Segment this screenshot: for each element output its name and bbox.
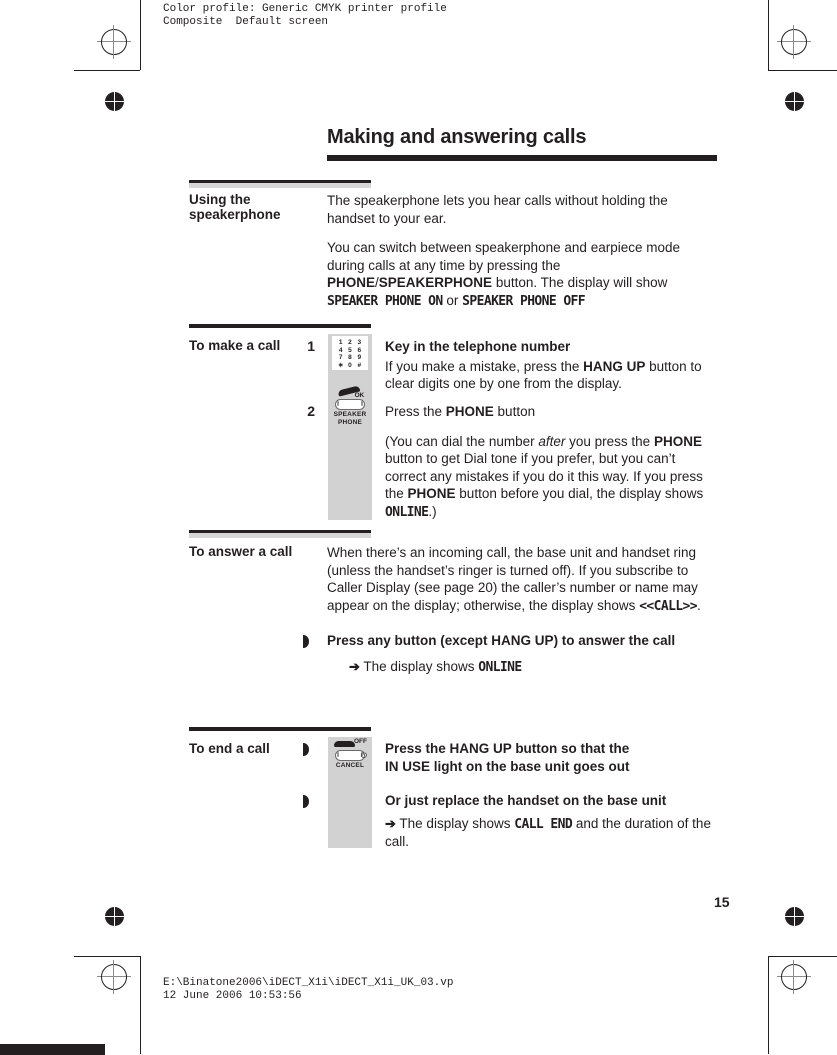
step-heading-1: Key in the telephone number — [385, 338, 717, 356]
keypad-icon: 1 2 3 4 5 6 7 8 9 ∗ 0 # — [332, 336, 368, 370]
section-body-using-the-speakerphone: The speakerphone lets you hear calls wit… — [327, 192, 717, 310]
keypad-key-2: 2 — [348, 339, 352, 346]
bullet-answer-call: Press any button (except HANG UP) to ans… — [327, 632, 717, 676]
arrow-icon: ➔ — [385, 815, 396, 831]
step-number-2: 2 — [307, 403, 315, 419]
section-label-text: To answer a call — [189, 544, 293, 559]
lcd-speaker-phone-off: SPEAKER PHONE OFF — [462, 293, 586, 309]
bold-run-hang-up: HANG UP — [583, 358, 646, 374]
italic-run-after: after — [538, 433, 566, 449]
bullet-heading-text: Press any button (except HANG UP) to ans… — [327, 633, 676, 648]
paragraph-answer-intro: When there’s an incoming call, the base … — [327, 545, 701, 614]
page-title: Making and answering calls — [327, 126, 587, 148]
keypad-key-7: 7 — [338, 354, 343, 361]
bullet-end-call-replace: Or just replace the handset on the base … — [385, 792, 717, 851]
bullet-heading-text: Or just replace the handset on the base … — [385, 793, 667, 808]
lcd-online: ONLINE — [478, 659, 522, 675]
step-body-2: Press the PHONE button (You can dial the… — [385, 403, 717, 521]
page-title-rule — [327, 155, 717, 161]
step-body-1: Key in the telephone number If you make … — [385, 338, 717, 393]
bullet-heading: Press any button (except HANG UP) to ans… — [327, 632, 717, 650]
arrow-icon: ➔ — [349, 658, 360, 674]
bullet-marker — [303, 743, 314, 756]
step-detail-1: If you make a mistake, press the HANG UP… — [385, 358, 702, 392]
step-detail-2: (You can dial the number after you press… — [385, 433, 704, 520]
paragraph-speakerphone-intro: The speakerphone lets you hear calls wit… — [327, 192, 717, 227]
section-label-to-end-a-call: To end a call — [189, 741, 293, 756]
keypad-key-1: 1 — [338, 339, 343, 346]
paragraph-speakerphone-switching: You can switch between speakerphone and … — [327, 240, 680, 309]
keypad-row: 7 8 9 — [336, 354, 364, 362]
step-heading-2: Press the PHONE button — [385, 404, 536, 419]
bold-run-hang-up: HANG UP — [449, 741, 512, 756]
section-rule-dark — [189, 324, 371, 328]
keypad-key-0: 0 — [348, 361, 352, 369]
result-text-prefix: The display shows — [399, 815, 511, 831]
cancel-caption: CANCEL — [335, 762, 365, 769]
result-line-answer: ➔ The display shows ONLINE — [349, 658, 717, 677]
lcd-call: <<CALL>> — [639, 598, 698, 614]
keypad-key-3: 3 — [357, 339, 362, 346]
section-body-to-answer-a-call: When there’s an incoming call, the base … — [327, 544, 717, 615]
keypad-key-6: 6 — [357, 346, 362, 354]
button-pill-shape — [335, 399, 365, 410]
speakerphone-caption-line1: SPEAKER — [333, 411, 367, 418]
keypad-key-hash: # — [357, 361, 362, 369]
result-line-end: ➔ The display shows CALL END and the dur… — [385, 815, 717, 851]
keypad-key-8: 8 — [348, 354, 352, 361]
section-rule-gray — [189, 183, 371, 188]
paragraph-text: The speakerphone lets you hear calls wit… — [327, 193, 668, 226]
section-label-to-answer-a-call: To answer a call — [189, 544, 319, 559]
handset-shape — [334, 741, 355, 747]
handset-icon: OK — [337, 385, 365, 399]
hangup-handset-icon: OFF — [333, 738, 367, 750]
hangup-button-icon: OFF ⏻ CANCEL — [330, 738, 370, 769]
section-label-text: Using the speakerphone — [189, 192, 281, 222]
keypad-key-9: 9 — [357, 354, 362, 361]
power-row: ⏻ — [333, 750, 367, 761]
bold-run-speakerphone: SPEAKERPHONE — [378, 275, 493, 290]
speakerphone-caption-line2: PHONE — [337, 419, 363, 426]
lcd-online: ONLINE — [385, 504, 429, 520]
bold-run-phone: PHONE — [445, 404, 494, 419]
bullet-marker — [303, 635, 314, 648]
ok-label: OK — [354, 392, 365, 399]
step-heading-text: Key in the telephone number — [385, 339, 571, 354]
keypad-row: ∗ 0 # — [336, 362, 364, 370]
bullet-heading: Press the HANG UP button so that the IN U… — [385, 740, 717, 775]
bold-run-hang-up: HANG UP — [491, 633, 554, 648]
page-content: Making and answering calls Using the spe… — [0, 0, 837, 1054]
bullet-heading-text: Press the HANG UP button so that the IN U… — [385, 741, 630, 774]
keypad-key-4: 4 — [338, 346, 343, 354]
bullet-heading: Or just replace the handset on the base … — [385, 792, 717, 810]
page-number: 15 — [714, 894, 730, 910]
bold-run-phone-2: PHONE — [653, 433, 702, 449]
result-text: The display shows — [363, 658, 475, 674]
bold-run-phone: PHONE — [327, 275, 376, 290]
bold-run-phone-3: PHONE — [407, 486, 456, 501]
section-label-using-the-speakerphone: Using the speakerphone — [189, 192, 319, 222]
power-icon: ⏻ — [360, 750, 367, 760]
step-number-1: 1 — [307, 338, 315, 354]
bullet-marker — [303, 795, 314, 808]
keypad-key-star: ∗ — [337, 361, 344, 369]
keypad-row: 4 5 6 — [336, 347, 364, 355]
keypad-key-5: 5 — [348, 346, 352, 354]
lcd-call-end: CALL END — [514, 816, 573, 832]
speakerphone-button-icon: OK SPEAKER PHONE — [330, 385, 370, 426]
bullet-end-call-hangup: Press the HANG UP button so that the IN U… — [385, 740, 717, 775]
keypad-row: 1 2 3 — [336, 339, 364, 347]
lcd-speaker-phone-on: SPEAKER PHONE ON — [327, 293, 443, 309]
section-rule-dark — [189, 727, 371, 731]
section-label-text: To end a call — [189, 741, 270, 756]
section-rule-gray — [189, 533, 371, 538]
off-label: OFF — [354, 738, 367, 745]
